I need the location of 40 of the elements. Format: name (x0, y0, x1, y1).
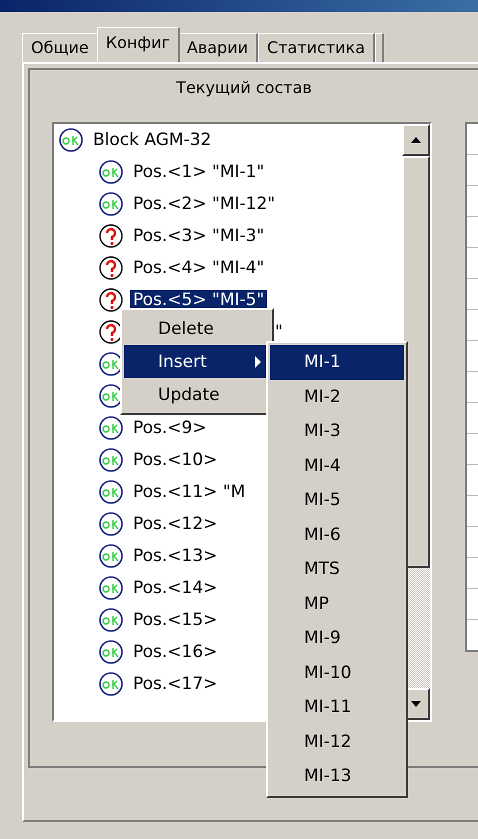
tree-item[interactable]: Block AGM-32 (90, 130, 214, 150)
menu-item[interactable]: MI-12 (270, 724, 404, 759)
tree-item[interactable]: Pos.<17> (130, 674, 220, 694)
menu-item[interactable]: MI-6 (270, 518, 404, 552)
tree-item[interactable]: Pos.<4> "MI-4" (130, 258, 268, 278)
tree-item[interactable]: Pos.<10> (130, 450, 220, 470)
menu-item[interactable]: MI-11 (270, 690, 404, 724)
tree-item[interactable]: Pos.<14> (130, 578, 220, 598)
scroll-up-button[interactable] (402, 124, 430, 156)
menu-item[interactable]: MI-9 (270, 621, 404, 656)
group-title: Текущий состав (176, 78, 312, 97)
tab[interactable]: Общие (22, 33, 99, 62)
tab[interactable]: Конфиг (96, 27, 180, 62)
tree-item[interactable]: Pos.<13> (130, 546, 220, 566)
menu-item[interactable]: MP (270, 586, 404, 621)
down-arrow-icon (411, 701, 421, 707)
tree-item[interactable]: Pos.<5> "MI-5" (130, 290, 268, 310)
tree-item[interactable]: Pos.<9> (130, 418, 210, 438)
tab[interactable]: Статистика (258, 33, 376, 62)
menu-item[interactable]: MI-10 (270, 656, 404, 690)
tree-item[interactable]: Pos.<16> (130, 642, 220, 662)
menu-item[interactable]: MI-4 (270, 448, 404, 483)
menu-item[interactable]: MI-13 (270, 759, 404, 794)
tab[interactable] (375, 33, 384, 62)
menu-item[interactable]: MI-2 (270, 380, 404, 414)
up-arrow-icon (411, 137, 421, 143)
menu-item[interactable]: MI-1 (270, 345, 404, 380)
tree-item[interactable]: Pos.<15> (130, 610, 220, 630)
tree-item[interactable]: Pos.<3> "MI-3" (130, 226, 268, 246)
tree-item[interactable]: Pos.<2> "MI-12" (130, 194, 278, 214)
menu-item[interactable]: MTS (270, 552, 404, 586)
menu-item[interactable]: Delete (124, 312, 270, 345)
menu-item[interactable]: Update (124, 378, 270, 411)
tree-item[interactable]: " (272, 322, 286, 342)
tree-item[interactable]: Pos.<11> "M (130, 482, 248, 502)
menu-item[interactable]: MI-3 (270, 414, 404, 448)
menu-item[interactable]: MI-5 (270, 483, 404, 518)
tree-item[interactable]: Pos.<12> (130, 514, 220, 534)
tab[interactable]: Аварии (178, 33, 258, 62)
tree-item[interactable]: Pos.<1> "MI-1" (130, 162, 268, 182)
